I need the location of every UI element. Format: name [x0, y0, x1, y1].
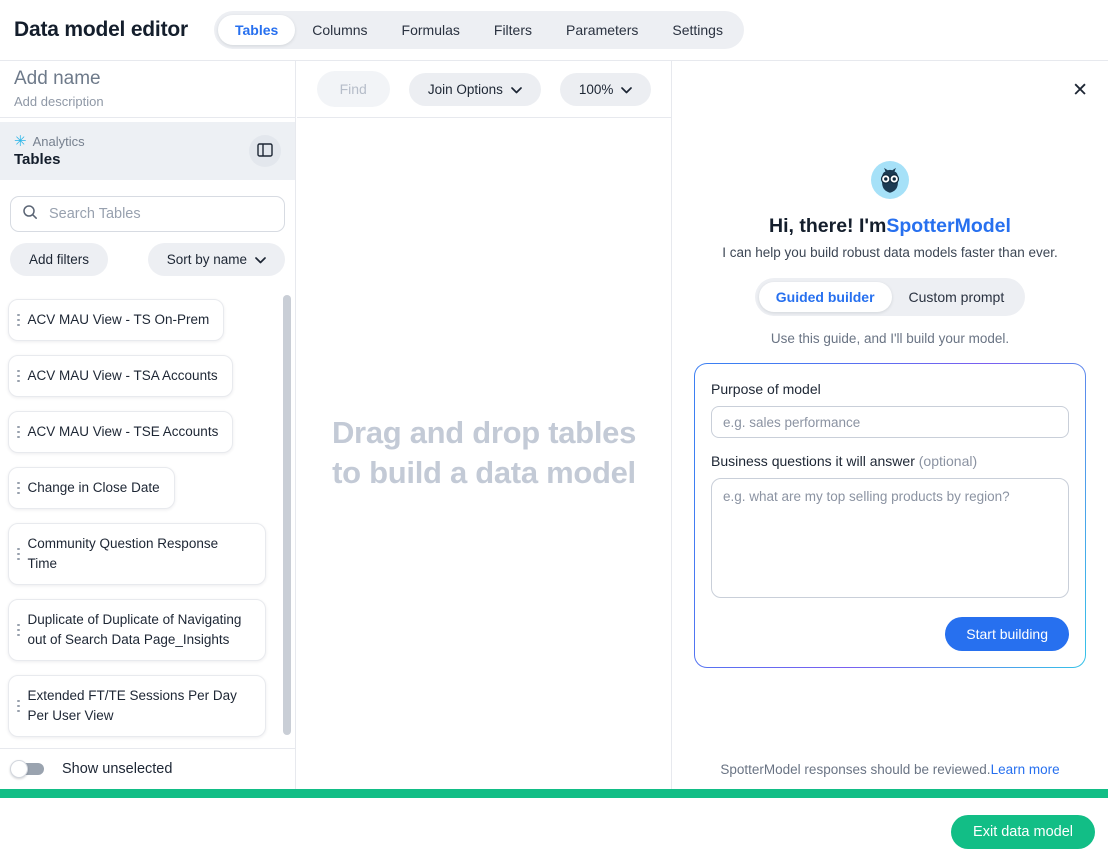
optional-hint: (optional)	[915, 453, 977, 469]
canvas-empty-placeholder: Drag and drop tables to build a data mod…	[297, 413, 671, 493]
search-tables-box[interactable]	[10, 196, 285, 232]
drag-handle-icon[interactable]	[17, 370, 20, 383]
drag-handle-icon[interactable]	[17, 314, 20, 327]
exit-data-model-button[interactable]: Exit data model	[951, 815, 1095, 849]
table-name: Extended FT/TE Sessions Per Day Per User…	[28, 686, 252, 726]
tab-custom-prompt[interactable]: Custom prompt	[892, 282, 1022, 312]
learn-more-link[interactable]: Learn more	[991, 762, 1060, 777]
model-name-section: Add name Add description	[0, 61, 295, 118]
source-section-title: Tables	[14, 151, 85, 168]
show-unselected-label: Show unselected	[62, 761, 172, 777]
assistant-tab-group: Guided builder Custom prompt	[755, 278, 1025, 316]
table-chip[interactable]: Extended FT/TE Sessions Per Day Per User…	[8, 675, 266, 737]
connection-name: Analytics	[33, 134, 85, 149]
add-description-field[interactable]: Add description	[14, 94, 281, 109]
drag-handle-icon[interactable]	[17, 548, 20, 561]
assistant-greeting: Hi, there! I'mSpotterModel	[672, 215, 1108, 238]
join-options-label: Join Options	[428, 82, 503, 97]
add-filters-button[interactable]: Add filters	[10, 243, 108, 276]
tab-columns[interactable]: Columns	[295, 15, 384, 45]
assistant-subtitle: I can help you build robust data models …	[672, 245, 1108, 260]
split-panel-icon	[257, 143, 273, 160]
assistant-name: SpotterModel	[886, 215, 1011, 237]
sort-by-dropdown[interactable]: Sort by name	[148, 243, 285, 276]
tab-formulas[interactable]: Formulas	[385, 15, 477, 45]
data-model-editor: Data model editor Tables Columns Formula…	[0, 0, 1108, 854]
sort-by-label: Sort by name	[167, 252, 247, 267]
table-chip[interactable]: ACV MAU View - TS On-Prem	[8, 299, 224, 341]
table-name: Change in Close Date	[28, 478, 160, 498]
drag-handle-icon[interactable]	[17, 426, 20, 439]
drag-handle-icon[interactable]	[17, 482, 20, 495]
table-chip[interactable]: ACV MAU View - TSA Accounts	[8, 355, 233, 397]
canvas-toolbar: Find Join Options 100%	[297, 61, 671, 118]
list-controls-row: Add filters Sort by name	[10, 243, 285, 276]
bottom-bar: Exit data model	[0, 798, 1108, 854]
table-chip[interactable]: ACV MAU View - TSE Accounts	[8, 411, 233, 453]
chevron-down-icon	[511, 82, 522, 97]
card-actions: Start building	[711, 617, 1069, 651]
add-name-field[interactable]: Add name	[14, 68, 281, 90]
editor-tab-group: Tables Columns Formulas Filters Paramete…	[214, 11, 744, 49]
table-chip[interactable]: Change in Close Date	[8, 467, 175, 509]
guided-builder-card: Purpose of model Business questions it w…	[694, 363, 1086, 668]
tab-tables[interactable]: Tables	[218, 15, 295, 45]
table-name: Community Question Response Time	[28, 534, 252, 574]
search-icon	[22, 204, 38, 225]
tab-settings[interactable]: Settings	[655, 15, 740, 45]
tab-parameters[interactable]: Parameters	[549, 15, 655, 45]
questions-textarea[interactable]	[711, 478, 1069, 598]
zoom-level-value: 100%	[579, 82, 614, 97]
questions-label: Business questions it will answer (optio…	[711, 453, 1069, 469]
table-list: ACV MAU View - TS On-Prem ACV MAU View -…	[0, 288, 295, 748]
find-button[interactable]: Find	[317, 71, 390, 107]
show-unselected-toggle[interactable]	[10, 760, 46, 778]
close-panel-button[interactable]: ✕	[1068, 77, 1092, 104]
table-name: ACV MAU View - TSE Accounts	[28, 422, 219, 442]
top-header: Data model editor Tables Columns Formula…	[0, 0, 1108, 61]
drag-handle-icon[interactable]	[17, 624, 20, 637]
collapse-panel-button[interactable]	[249, 135, 281, 167]
search-tables-input[interactable]	[47, 205, 273, 223]
spotter-assistant-panel: ✕ Hi, there! I'mSpotterModel I can help …	[671, 61, 1108, 789]
page-title: Data model editor	[14, 18, 188, 42]
show-unselected-row: Show unselected	[0, 748, 295, 789]
table-name: ACV MAU View - TSA Accounts	[28, 366, 218, 386]
list-scrollbar[interactable]	[283, 295, 291, 735]
chevron-down-icon	[621, 82, 632, 97]
spotter-owl-avatar	[871, 161, 909, 199]
table-chip[interactable]: Community Question Response Time	[8, 523, 266, 585]
table-name: Duplicate of Duplicate of Navigating out…	[28, 610, 252, 650]
chevron-down-icon	[255, 252, 266, 267]
drag-handle-icon[interactable]	[17, 700, 20, 713]
tables-sidebar: Add name Add description ✳ Analytics Tab…	[0, 61, 296, 789]
snowflake-icon: ✳	[14, 134, 27, 149]
assistant-disclaimer: SpotterModel responses should be reviewe…	[672, 762, 1108, 777]
purpose-input[interactable]	[711, 406, 1069, 438]
purpose-label: Purpose of model	[711, 381, 1069, 397]
model-canvas[interactable]: Find Join Options 100% Drag and drop tab…	[297, 61, 671, 789]
zoom-level-dropdown[interactable]: 100%	[560, 73, 652, 106]
start-building-button[interactable]: Start building	[945, 617, 1069, 651]
tab-filters[interactable]: Filters	[477, 15, 549, 45]
progress-bar	[0, 789, 1108, 798]
guide-helper-text: Use this guide, and I'll build your mode…	[672, 331, 1108, 346]
data-source-info: ✳ Analytics Tables	[14, 134, 85, 168]
tab-guided-builder[interactable]: Guided builder	[759, 282, 892, 312]
connection-row: ✳ Analytics	[14, 134, 85, 149]
table-name: ACV MAU View - TS On-Prem	[28, 310, 210, 330]
data-source-block: ✳ Analytics Tables	[0, 122, 295, 180]
table-chip[interactable]: Duplicate of Duplicate of Navigating out…	[8, 599, 266, 661]
join-options-dropdown[interactable]: Join Options	[409, 73, 541, 106]
